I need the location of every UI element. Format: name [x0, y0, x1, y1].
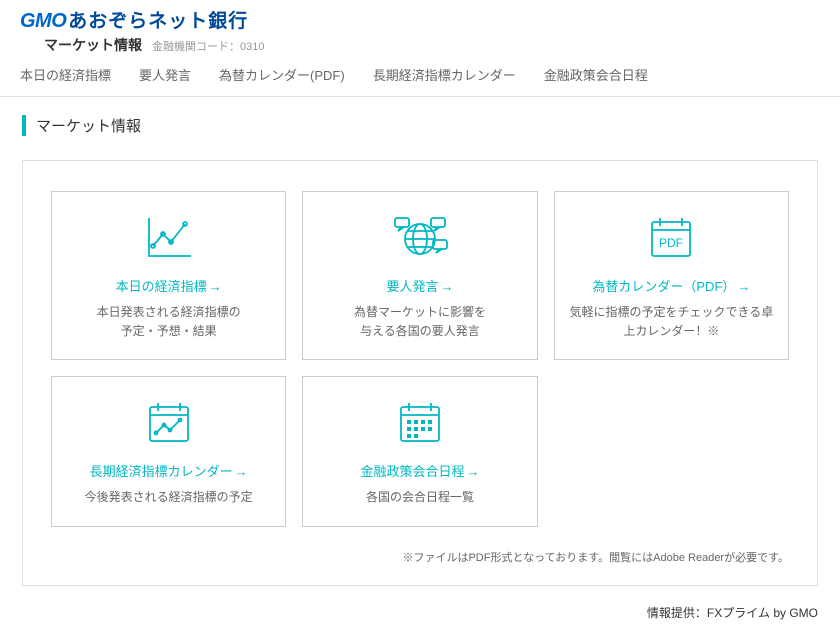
bank-code: 金融機関コード：0310 — [152, 38, 264, 54]
card-grid: 本日の経済指標→ 本日発表される経済指標の 予定・予想・結果 要人発言→ 為替マ… — [51, 191, 789, 527]
card-title: 長期経済指標カレンダー→ — [64, 461, 273, 480]
arrow-icon: → — [737, 279, 750, 294]
header: GMO あおぞらネット銀行 マーケット情報 金融機関コード：0310 — [0, 0, 840, 55]
card-title: 本日の経済指標→ — [64, 276, 273, 295]
card-longterm-calendar[interactable]: 長期経済指標カレンダー→ 今後発表される経済指標の予定 — [51, 376, 286, 526]
subtitle: マーケット情報 — [44, 35, 142, 55]
calendar-pdf-icon: PDF — [567, 208, 776, 266]
subtitle-row: マーケット情報 金融機関コード：0310 — [44, 35, 820, 55]
pdf-note: ※ファイルはPDF形式となっております。閲覧にはAdobe Readerが必要で… — [51, 549, 789, 565]
nav-item-policy-meetings[interactable]: 金融政策会合日程 — [544, 65, 648, 84]
logo-prefix: GMO — [20, 10, 66, 33]
card-officials-remarks[interactable]: 要人発言→ 為替マーケットに影響を 与える各国の要人発言 — [302, 191, 537, 360]
logo-text: あおぞらネット銀行 — [68, 6, 248, 33]
nav-item-today-indicators[interactable]: 本日の経済指標 — [20, 65, 111, 84]
globe-speech-icon — [315, 208, 524, 266]
arrow-icon: → — [209, 279, 222, 294]
content-box: 本日の経済指標→ 本日発表される経済指標の 予定・予想・結果 要人発言→ 為替マ… — [22, 160, 818, 586]
calendar-grid-icon — [315, 393, 524, 451]
card-title: 為替カレンダー（PDF）→ — [567, 276, 776, 295]
card-desc: 各国の会合日程一覧 — [315, 488, 524, 507]
main-nav: 本日の経済指標 要人発言 為替カレンダー(PDF) 長期経済指標カレンダー 金融… — [0, 55, 840, 97]
card-title: 金融政策会合日程→ — [315, 461, 524, 480]
nav-item-fx-calendar-pdf[interactable]: 為替カレンダー(PDF) — [219, 65, 345, 84]
logo[interactable]: GMO あおぞらネット銀行 — [20, 6, 820, 33]
calendar-chart-icon — [64, 393, 273, 451]
card-desc: 気軽に指標の予定をチェックできる卓上カレンダー！※ — [567, 303, 776, 341]
card-title: 要人発言→ — [315, 276, 524, 295]
card-desc: 今後発表される経済指標の予定 — [64, 488, 273, 507]
card-policy-meetings[interactable]: 金融政策会合日程→ 各国の会合日程一覧 — [302, 376, 537, 526]
arrow-icon: → — [235, 464, 248, 479]
card-desc: 為替マーケットに影響を 与える各国の要人発言 — [315, 303, 524, 341]
chart-line-icon — [64, 208, 273, 266]
footer-credit: 情報提供：FXプライム by GMO — [0, 586, 840, 629]
page-title-wrap: マーケット情報 — [0, 97, 840, 136]
nav-item-longterm-calendar[interactable]: 長期経済指標カレンダー — [373, 65, 516, 84]
svg-text:PDF: PDF — [659, 236, 683, 250]
page-title: マーケット情報 — [22, 115, 818, 136]
card-desc: 本日発表される経済指標の 予定・予想・結果 — [64, 303, 273, 341]
nav-item-officials-remarks[interactable]: 要人発言 — [139, 65, 191, 84]
card-today-indicators[interactable]: 本日の経済指標→ 本日発表される経済指標の 予定・予想・結果 — [51, 191, 286, 360]
arrow-icon: → — [441, 279, 454, 294]
arrow-icon: → — [467, 464, 480, 479]
card-fx-calendar-pdf[interactable]: PDF 為替カレンダー（PDF）→ 気軽に指標の予定をチェックできる卓上カレンダ… — [554, 191, 789, 360]
